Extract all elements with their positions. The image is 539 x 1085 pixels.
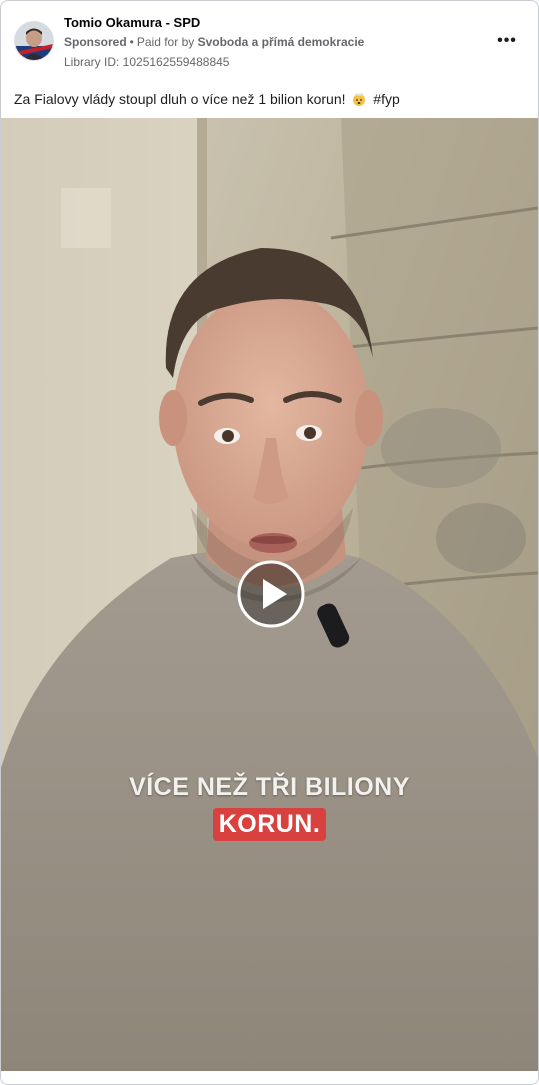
- sponsored-line: Sponsored • Paid for by Svoboda a přímá de…: [64, 35, 364, 49]
- ad-card: Tomio Okamura - SPD Sponsored • Paid for b…: [0, 0, 539, 1085]
- paid-for-by-prefix: Paid for by: [136, 35, 195, 49]
- post-caption: Za Fialovy vlády stoupl dluh o více než …: [14, 91, 524, 110]
- more-horizontal-icon: •••: [497, 32, 517, 49]
- more-options-button[interactable]: •••: [493, 31, 521, 51]
- video-player[interactable]: VÍCE NEŽ TŘI BILIONY KORUN.: [1, 118, 538, 1071]
- play-button[interactable]: [236, 559, 306, 629]
- paid-for-by-name: Svoboda a přímá demokracie: [197, 35, 365, 49]
- video-subtitle-line2-wrap: KORUN.: [1, 808, 538, 841]
- library-id: Library ID: 1025162559488845: [64, 55, 230, 69]
- play-icon: [237, 560, 305, 628]
- card-footer: [1, 1071, 538, 1084]
- page-avatar[interactable]: [14, 21, 54, 61]
- separator-dot: •: [129, 35, 134, 49]
- avatar-image: [15, 22, 53, 60]
- video-subtitle-line2: KORUN.: [212, 808, 327, 841]
- post-header: Tomio Okamura - SPD Sponsored • Paid for b…: [1, 1, 538, 81]
- caption-hashtag[interactable]: #fyp: [373, 91, 399, 107]
- video-subtitle-line1: VÍCE NEŽ TŘI BILIONY: [129, 773, 410, 801]
- exploding-head-emoji-icon: [351, 91, 367, 110]
- page-name[interactable]: Tomio Okamura - SPD: [64, 15, 200, 30]
- sponsored-label: Sponsored: [64, 35, 127, 49]
- caption-text: Za Fialovy vlády stoupl dluh o více než …: [14, 91, 346, 107]
